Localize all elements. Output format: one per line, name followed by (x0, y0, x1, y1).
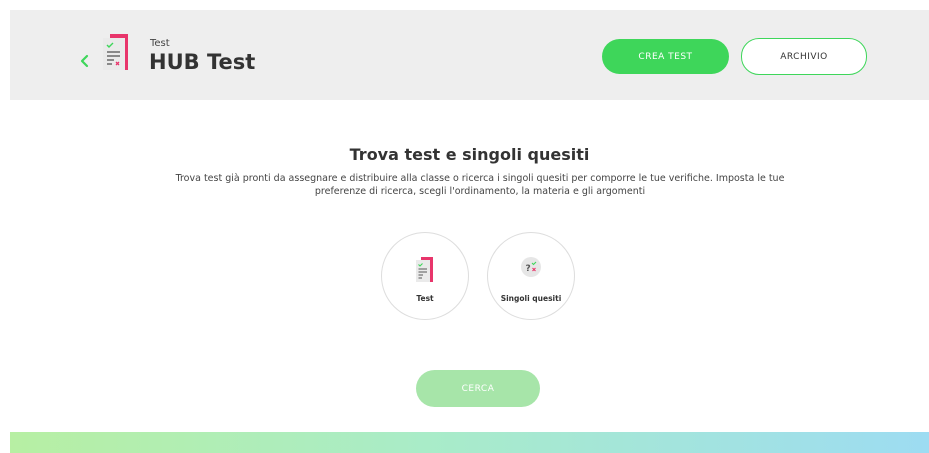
option-singoli-quesiti-label: Singoli quesiti (500, 294, 562, 303)
question-icon: ? (519, 255, 543, 283)
header-subtitle: Test (150, 38, 170, 49)
cerca-button[interactable]: CERCA (416, 370, 540, 407)
footer-gradient-band (10, 432, 929, 453)
test-document-icon (413, 255, 437, 289)
option-singoli-quesiti[interactable]: ? Singoli quesiti (487, 232, 575, 320)
option-test-label: Test (416, 294, 434, 303)
svg-text:?: ? (526, 264, 531, 274)
section-title: Trova test e singoli quesiti (349, 145, 590, 164)
page-title: HUB Test (149, 50, 256, 74)
option-test[interactable]: Test (381, 232, 469, 320)
app-window: Test HUB Test CREA TEST ARCHIVIO Trova t… (10, 10, 929, 453)
header: Test HUB Test CREA TEST ARCHIVIO (10, 10, 929, 100)
section-description: Trova test già pronti da assegnare e dis… (175, 173, 785, 197)
archivio-button[interactable]: ARCHIVIO (741, 38, 867, 75)
crea-test-button[interactable]: CREA TEST (602, 39, 729, 74)
test-document-icon (98, 30, 134, 76)
back-chevron-icon[interactable] (78, 53, 92, 68)
